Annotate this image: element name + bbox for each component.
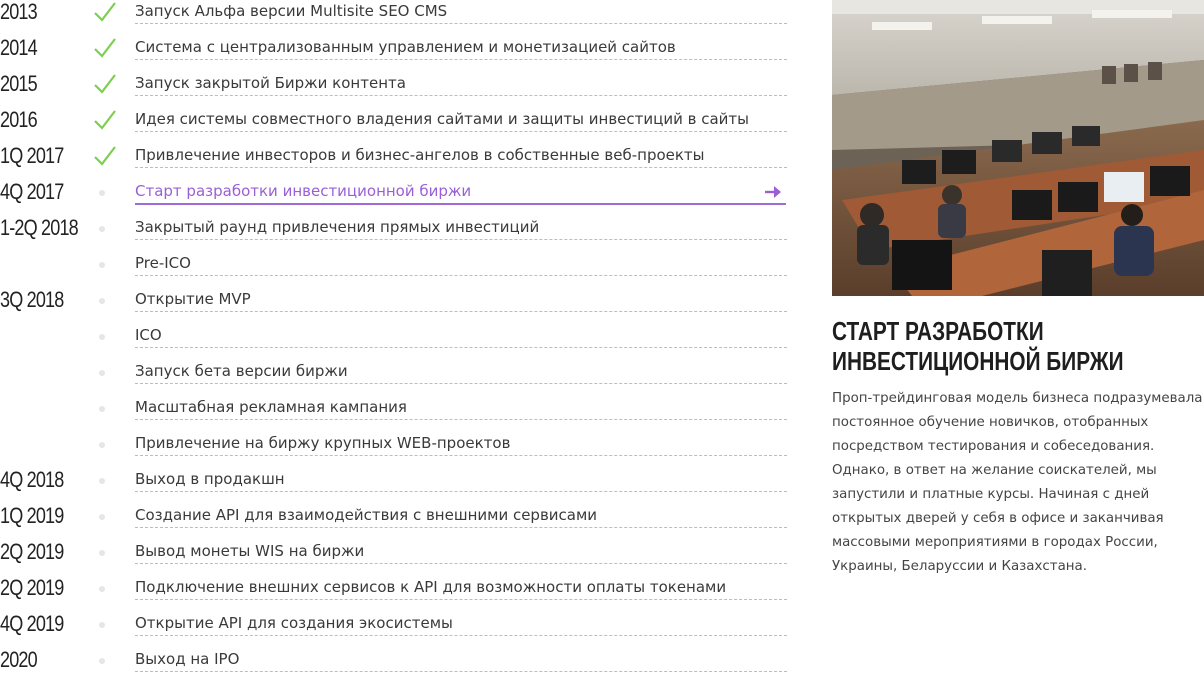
task-label: Выход в продакшн — [135, 470, 285, 488]
timeline-task: Pre-ICO — [135, 252, 787, 276]
timeline-row[interactable]: Привлечение на биржу крупных WEB-проекто… — [0, 432, 800, 468]
timeline-row[interactable]: 4Q 2018 Выход в продакшн — [0, 468, 800, 504]
dot-icon — [99, 658, 105, 664]
task-label: Подключение внешних сервисов к API для в… — [135, 578, 727, 596]
timeline-task: Запуск закрытой Биржи контента — [135, 72, 787, 96]
task-label: Старт разработки инвестиционной биржи — [135, 182, 472, 200]
task-label: Создание API для взаимодействия с внешни… — [135, 506, 598, 524]
task-label: ICO — [135, 326, 162, 344]
timeline-task: Идея системы совместного владения сайтам… — [135, 108, 787, 132]
timeline-year: 4Q 2019 — [0, 611, 64, 636]
timeline-row[interactable]: 1-2Q 2018 Закрытый раунд привлечения пря… — [0, 216, 800, 252]
task-label: Идея системы совместного владения сайтам… — [135, 110, 749, 128]
checkmark-icon — [92, 144, 118, 170]
arrow-right-icon[interactable] — [764, 184, 782, 198]
roadmap-timeline: 2013 Запуск Альфа версии Multisite SEO C… — [0, 0, 800, 672]
timeline-row[interactable]: 2020 Выход на IPO — [0, 648, 800, 684]
dot-icon — [99, 622, 105, 628]
dot-icon — [99, 298, 105, 304]
dot-icon — [99, 514, 105, 520]
timeline-task: Масштабная рекламная кампания — [135, 396, 787, 420]
timeline-row[interactable]: 2Q 2019 Вывод монеты WIS на биржи — [0, 540, 800, 576]
timeline-task: Открытие MVP — [135, 288, 787, 312]
milestone-title: Старт разработки инвестиционной биржи — [832, 316, 1124, 376]
timeline-year: 4Q 2018 — [0, 467, 64, 492]
dot-icon — [99, 478, 105, 484]
dot-icon — [99, 334, 105, 340]
checkmark-icon — [92, 72, 118, 98]
timeline-year: 2Q 2019 — [0, 539, 64, 564]
checkmark-icon — [92, 108, 118, 134]
task-label: Привлечение инвесторов и бизнес-ангелов … — [135, 146, 705, 164]
timeline-year: 2020 — [0, 647, 38, 672]
timeline-task: Старт разработки инвестиционной биржи — [135, 180, 786, 205]
task-label: Pre-ICO — [135, 254, 191, 272]
timeline-year: 2014 — [0, 35, 38, 60]
timeline-year: 2016 — [0, 107, 38, 132]
timeline-row[interactable]: 2016 Идея системы совместного владения с… — [0, 108, 800, 144]
timeline-task: Выход на IPO — [135, 648, 787, 672]
dot-icon — [99, 190, 105, 196]
dot-icon — [99, 406, 105, 412]
timeline-row[interactable]: ICO — [0, 324, 800, 360]
dot-icon — [99, 226, 105, 232]
timeline-row[interactable]: Запуск бета версии биржи — [0, 360, 800, 396]
task-label: Закрытый раунд привлечения прямых инвест… — [135, 218, 540, 236]
task-label: Вывод монеты WIS на биржи — [135, 542, 365, 560]
timeline-row[interactable]: Масштабная рекламная кампания — [0, 396, 800, 432]
timeline-task: Подключение внешних сервисов к API для в… — [135, 576, 787, 600]
task-label: Система с централизованным управлением и… — [135, 38, 676, 56]
task-label: Привлечение на биржу крупных WEB-проекто… — [135, 434, 511, 452]
office-photo-illustration — [832, 0, 1204, 296]
timeline-task: Запуск бета версии биржи — [135, 360, 787, 384]
office-photo — [832, 0, 1204, 296]
timeline-task: Запуск Альфа версии Multisite SEO CMS — [135, 0, 787, 24]
timeline-task: Открытие API для создания экосистемы — [135, 612, 787, 636]
timeline-year: 3Q 2018 — [0, 287, 64, 312]
timeline-year: 1-2Q 2018 — [0, 215, 79, 240]
dot-icon — [99, 586, 105, 592]
timeline-task: Закрытый раунд привлечения прямых инвест… — [135, 216, 787, 240]
timeline-row[interactable]: 4Q 2019 Открытие API для создания экосис… — [0, 612, 800, 648]
timeline-task: Создание API для взаимодействия с внешни… — [135, 504, 787, 528]
timeline-task: ICO — [135, 324, 787, 348]
dot-icon — [99, 370, 105, 376]
timeline-year: 2Q 2019 — [0, 575, 64, 600]
timeline-task: Выход в продакшн — [135, 468, 787, 492]
task-label: Открытие MVP — [135, 290, 251, 308]
timeline-year: 1Q 2019 — [0, 503, 64, 528]
task-label: Запуск закрытой Биржи контента — [135, 74, 406, 92]
checkmark-icon — [92, 36, 118, 62]
dot-icon — [99, 442, 105, 448]
timeline-row[interactable]: 2014 Система с централизованным управлен… — [0, 36, 800, 72]
milestone-detail-panel: Старт разработки инвестиционной биржи Пр… — [832, 0, 1204, 672]
timeline-task: Вывод монеты WIS на биржи — [135, 540, 787, 564]
task-label: Открытие API для создания экосистемы — [135, 614, 453, 632]
timeline-task: Привлечение инвесторов и бизнес-ангелов … — [135, 144, 787, 168]
task-label: Масштабная рекламная кампания — [135, 398, 407, 416]
checkmark-icon — [92, 0, 118, 26]
timeline-row-active[interactable]: 4Q 2017 Старт разработки инвестиционной … — [0, 180, 800, 216]
timeline-year: 2015 — [0, 71, 38, 96]
task-label: Запуск Альфа версии Multisite SEO CMS — [135, 2, 448, 20]
timeline-row[interactable]: 2013 Запуск Альфа версии Multisite SEO C… — [0, 0, 800, 36]
milestone-description: Проп-трейдинговая модель бизнеса подразу… — [832, 391, 1203, 574]
task-label: Выход на IPO — [135, 650, 240, 668]
timeline-year: 1Q 2017 — [0, 143, 64, 168]
timeline-year: 4Q 2017 — [0, 179, 64, 204]
timeline-row[interactable]: 3Q 2018 Открытие MVP — [0, 288, 800, 324]
timeline-row[interactable]: 1Q 2017 Привлечение инвесторов и бизнес-… — [0, 144, 800, 180]
dot-icon — [99, 262, 105, 268]
dot-icon — [99, 550, 105, 556]
timeline-year: 2013 — [0, 0, 38, 24]
timeline-row[interactable]: 2015 Запуск закрытой Биржи контента — [0, 72, 800, 108]
task-label: Запуск бета версии биржи — [135, 362, 348, 380]
timeline-row[interactable]: Pre-ICO — [0, 252, 800, 288]
timeline-row[interactable]: 1Q 2019 Создание API для взаимодействия … — [0, 504, 800, 540]
timeline-row[interactable]: 2Q 2019 Подключение внешних сервисов к A… — [0, 576, 800, 612]
timeline-task: Система с централизованным управлением и… — [135, 36, 787, 60]
timeline-task: Привлечение на биржу крупных WEB-проекто… — [135, 432, 787, 456]
